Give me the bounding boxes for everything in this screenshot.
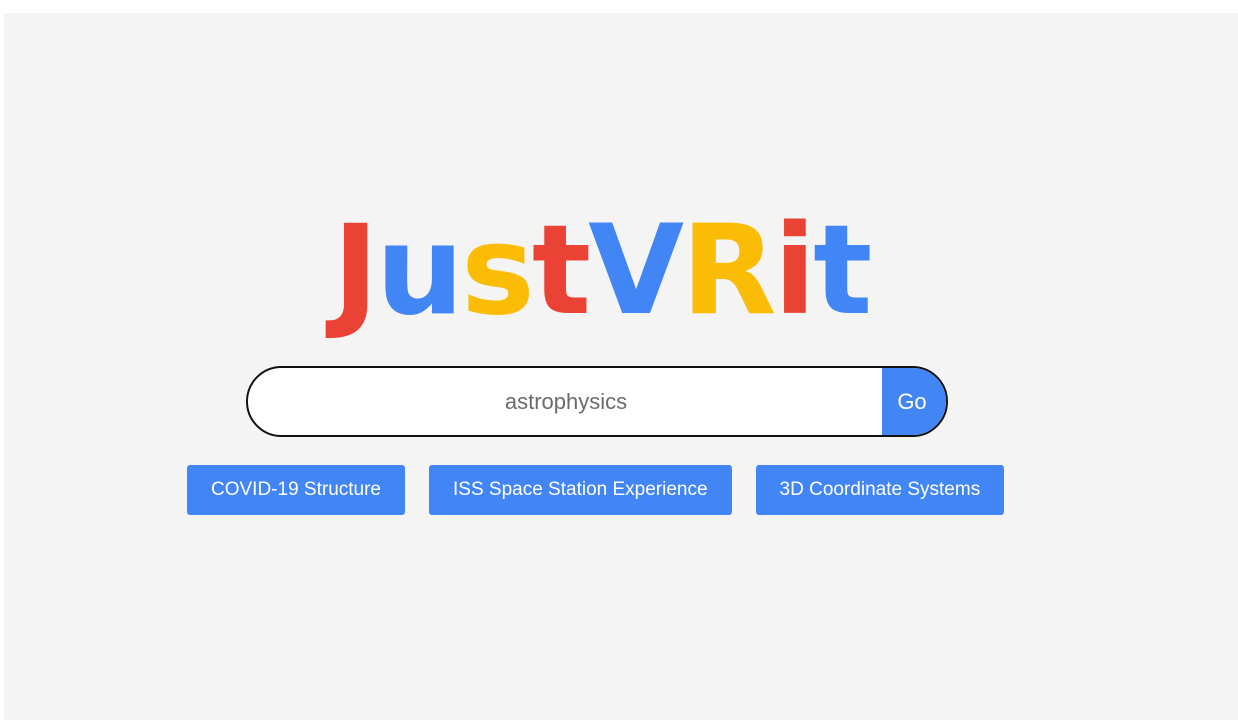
suggestion-3d-coordinate-systems[interactable]: 3D Coordinate Systems: [755, 465, 1005, 515]
logo-letter-u: u: [375, 199, 464, 343]
page-background: JustVRit Go COVID-19 Structure ISS Space…: [4, 13, 1238, 720]
go-button[interactable]: Go: [882, 368, 946, 435]
logo-letter-v: V: [588, 199, 684, 343]
logo-letter-i: i: [773, 199, 816, 343]
search-bar: Go: [246, 366, 948, 437]
suggestion-list: COVID-19 Structure ISS Space Station Exp…: [187, 465, 1005, 515]
logo-letter-r: R: [681, 199, 777, 343]
logo-letter-s: s: [461, 199, 535, 343]
logo-letter-t2: t: [813, 199, 872, 343]
suggestion-covid-19-structure[interactable]: COVID-19 Structure: [187, 465, 405, 515]
logo-letter-j: J: [332, 199, 379, 343]
site-logo: JustVRit: [4, 209, 1198, 333]
logo-letter-t: t: [531, 199, 591, 343]
suggestion-iss-space-station[interactable]: ISS Space Station Experience: [429, 465, 732, 515]
search-input[interactable]: [248, 368, 884, 435]
